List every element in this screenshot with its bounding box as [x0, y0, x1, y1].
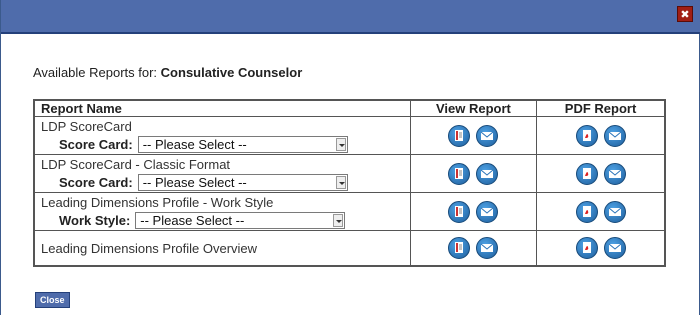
col-view-report: View Report — [409, 99, 538, 117]
report-name: LDP ScoreCard — [41, 119, 132, 134]
pdf-icon[interactable] — [575, 124, 598, 147]
select-row: Score Card: -- Please Select -- — [41, 136, 410, 153]
report-dialog: ✖ Available Reports for: Consulative Cou… — [0, 0, 700, 315]
table-row: LDP ScoreCard Score Card: -- Please Sele… — [33, 116, 666, 155]
chevron-down-icon[interactable] — [335, 138, 346, 151]
pdf-report-cell — [536, 154, 666, 193]
view-report-cell — [409, 116, 538, 155]
available-reports-heading: Available Reports for: Consulative Couns… — [33, 65, 302, 80]
email-icon[interactable] — [476, 236, 499, 259]
email-icon[interactable] — [476, 124, 499, 147]
table-row: Leading Dimensions Profile - Work Style … — [33, 192, 666, 231]
report-name: Leading Dimensions Profile - Work Style — [41, 195, 274, 210]
view-report-icon[interactable] — [448, 200, 471, 223]
select-label: Score Card: — [59, 137, 133, 152]
select-value: -- Please Select -- — [140, 213, 245, 228]
col-report-name: Report Name — [33, 99, 411, 117]
view-report-cell — [409, 230, 538, 266]
score-card-select[interactable]: -- Please Select -- — [137, 136, 348, 153]
heading-label: Available Reports for: — [33, 65, 158, 80]
view-report-icon[interactable] — [448, 124, 471, 147]
table-row: LDP ScoreCard - Classic Format Score Car… — [33, 154, 666, 193]
email-icon[interactable] — [603, 200, 626, 223]
pdf-icon[interactable] — [575, 236, 598, 259]
report-name-cell: LDP ScoreCard Score Card: -- Please Sele… — [33, 116, 411, 155]
report-name: Leading Dimensions Profile Overview — [41, 240, 258, 256]
pdf-icon[interactable] — [575, 200, 598, 223]
pdf-icon[interactable] — [575, 162, 598, 185]
view-report-icon[interactable] — [448, 162, 471, 185]
view-report-cell — [409, 154, 538, 193]
reports-table: Report Name View Report PDF Report LDP S… — [33, 99, 666, 267]
email-icon[interactable] — [603, 236, 626, 259]
pdf-report-cell — [536, 230, 666, 266]
email-icon[interactable] — [603, 124, 626, 147]
counselor-name: Consulative Counselor — [160, 65, 303, 80]
select-row: Score Card: -- Please Select -- — [41, 174, 410, 191]
select-value: -- Please Select -- — [142, 137, 247, 152]
view-report-cell — [409, 192, 538, 231]
select-label: Score Card: — [59, 175, 133, 190]
table-header-row: Report Name View Report PDF Report — [33, 99, 666, 117]
close-icon[interactable]: ✖ — [677, 6, 693, 22]
report-name: LDP ScoreCard - Classic Format — [41, 157, 231, 172]
email-icon[interactable] — [476, 200, 499, 223]
pdf-report-cell — [536, 116, 666, 155]
close-button[interactable]: Close — [35, 292, 70, 308]
score-card-classic-select[interactable]: -- Please Select -- — [137, 174, 348, 191]
report-name-cell: LDP ScoreCard - Classic Format Score Car… — [33, 154, 411, 193]
chevron-down-icon[interactable] — [333, 214, 344, 227]
report-name-cell: Leading Dimensions Profile - Work Style … — [33, 192, 411, 231]
email-icon[interactable] — [476, 162, 499, 185]
select-label: Work Style: — [59, 213, 131, 228]
email-icon[interactable] — [603, 162, 626, 185]
work-style-select[interactable]: -- Please Select -- — [135, 212, 346, 229]
col-pdf-report: PDF Report — [536, 99, 666, 117]
chevron-down-icon[interactable] — [335, 176, 346, 189]
pdf-report-cell — [536, 192, 666, 231]
dialog-titlebar[interactable]: ✖ — [1, 0, 700, 34]
table-row: Leading Dimensions Profile Overview — [33, 230, 666, 266]
select-value: -- Please Select -- — [142, 175, 247, 190]
view-report-icon[interactable] — [448, 236, 471, 259]
report-name-cell: Leading Dimensions Profile Overview — [33, 230, 411, 266]
select-row: Work Style: -- Please Select -- — [41, 212, 410, 229]
